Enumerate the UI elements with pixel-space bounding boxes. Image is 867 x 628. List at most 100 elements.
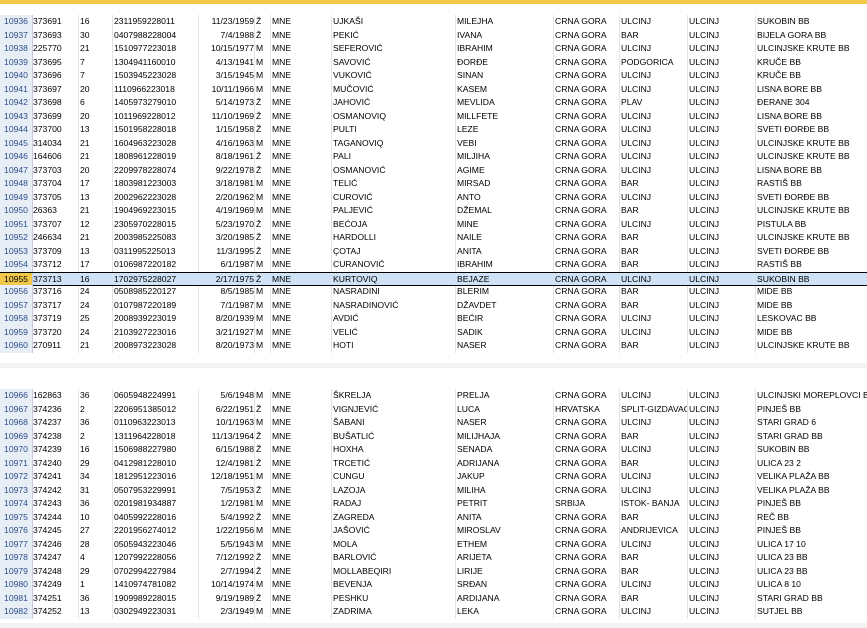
cell-first[interactable]: BEĆIR xyxy=(457,312,552,326)
table-row[interactable]: 10972 374241 34 1812951223016 12/18/1951 M MNE… xyxy=(0,470,867,484)
cell-first[interactable]: ARIJETA xyxy=(457,551,552,565)
cell-city2[interactable]: ULCINJ xyxy=(689,56,755,70)
cell-id[interactable]: 374240 xyxy=(33,457,75,471)
cell-last[interactable]: RADAJ xyxy=(333,497,455,511)
cell-last[interactable]: NASRADINI xyxy=(333,285,455,299)
cell-first[interactable]: NASER xyxy=(457,339,552,353)
cell-addr[interactable]: VELIKA PLAŽA BB xyxy=(757,470,867,484)
cell-nat[interactable]: MNE xyxy=(272,524,312,538)
cell-last[interactable]: VELIĆ xyxy=(333,326,455,340)
cell-date[interactable]: 7/1/1987 xyxy=(200,299,254,313)
cell-country[interactable]: CRNA GORA xyxy=(555,551,618,565)
cell-nat[interactable]: MNE xyxy=(272,150,312,164)
cell-id[interactable]: 164606 xyxy=(33,150,75,164)
cell-age[interactable]: 20 xyxy=(80,110,108,124)
cell-jmbg[interactable]: 1311964228018 xyxy=(114,430,204,444)
cell-first[interactable]: LIRIJE xyxy=(457,565,552,579)
cell-last[interactable]: PESHKU xyxy=(333,592,455,606)
cell-country[interactable]: CRNA GORA xyxy=(555,326,618,340)
cell-country[interactable]: CRNA GORA xyxy=(555,524,618,538)
table-row[interactable]: 10937 373693 30 0407988228004 7/4/1988 Ž MNE PE… xyxy=(0,28,867,43)
cell-sex[interactable]: Ž xyxy=(256,273,268,287)
cell-jmbg[interactable]: 1604963223028 xyxy=(114,137,204,151)
table-row[interactable]: 10982 374252 13 0302949223031 2/3/1949 M MNE ZA… xyxy=(0,605,867,619)
cell-jmbg[interactable]: 1110966223018 xyxy=(114,83,204,97)
cell-first[interactable]: MILLFETE xyxy=(457,110,552,124)
cell-nat[interactable]: MNE xyxy=(272,29,312,43)
cell-first[interactable]: ANITA xyxy=(457,245,552,259)
cell-country[interactable]: CRNA GORA xyxy=(555,137,618,151)
table-row[interactable]: 10951 373707 12 2305970228015 5/23/1970 Ž MNE B… xyxy=(0,217,867,232)
table-row[interactable]: 10967 374236 2 2206951385012 6/22/1951 Ž MNE VI… xyxy=(0,402,867,416)
cell-city2[interactable]: ULCINJ xyxy=(689,273,755,287)
cell-date[interactable]: 11/10/1969 xyxy=(200,110,254,124)
cell-age[interactable]: 16 xyxy=(80,443,108,457)
cell-city1[interactable]: ULCINJ xyxy=(621,137,687,151)
cell-first[interactable]: IBRAHIM xyxy=(457,258,552,272)
cell-id[interactable]: 373716 xyxy=(33,285,75,299)
cell-jmbg[interactable]: 1506988227980 xyxy=(114,443,204,457)
cell-country[interactable]: CRNA GORA xyxy=(555,164,618,178)
cell-addr[interactable]: KRUČE BB xyxy=(757,69,867,83)
cell-city1[interactable]: ULCINJ xyxy=(621,326,687,340)
cell-nat[interactable]: MNE xyxy=(272,177,312,191)
cell-first[interactable]: ETHEM xyxy=(457,538,552,552)
row-number-header[interactable]: 10946 xyxy=(0,150,33,164)
cell-last[interactable]: CURANOVIĆ xyxy=(333,258,455,272)
cell-last[interactable]: SAVOVIĆ xyxy=(333,56,455,70)
cell-last[interactable]: BARLOVIĆ xyxy=(333,551,455,565)
cell-city2[interactable]: ULCINJ xyxy=(689,83,755,97)
cell-last[interactable]: PALI xyxy=(333,150,455,164)
cell-date[interactable]: 8/5/1985 xyxy=(200,285,254,299)
cell-id[interactable]: 374239 xyxy=(33,443,75,457)
cell-country[interactable]: CRNA GORA xyxy=(555,339,618,353)
row-number-header[interactable]: 10969 xyxy=(0,429,33,443)
cell-jmbg[interactable]: 2305970228015 xyxy=(114,218,204,232)
cell-city1[interactable]: ULCINJ xyxy=(621,218,687,232)
cell-id[interactable]: 374251 xyxy=(33,592,75,606)
cell-jmbg[interactable]: 1812951223016 xyxy=(114,470,204,484)
cell-city1[interactable]: BAR xyxy=(621,565,687,579)
cell-country[interactable]: CRNA GORA xyxy=(555,29,618,43)
cell-country[interactable]: CRNA GORA xyxy=(555,231,618,245)
cell-first[interactable]: JAKUP xyxy=(457,470,552,484)
cell-addr[interactable]: MIDE BB xyxy=(757,285,867,299)
cell-sex[interactable]: Ž xyxy=(256,511,268,525)
cell-date[interactable]: 4/13/1941 xyxy=(200,56,254,70)
cell-last[interactable]: JAHOVIĆ xyxy=(333,96,455,110)
cell-nat[interactable]: MNE xyxy=(272,231,312,245)
cell-nat[interactable]: MNE xyxy=(272,191,312,205)
cell-city2[interactable]: ULCINJ xyxy=(689,69,755,83)
cell-country[interactable]: CRNA GORA xyxy=(555,312,618,326)
cell-country[interactable]: CRNA GORA xyxy=(555,245,618,259)
cell-id[interactable]: 373696 xyxy=(33,69,75,83)
row-number-header[interactable]: 10966 xyxy=(0,389,33,403)
cell-city2[interactable]: ULCINJ xyxy=(689,443,755,457)
cell-jmbg[interactable]: 1904969223015 xyxy=(114,204,204,218)
table-row[interactable]: 10960 270911 21 2008973223028 8/20/1973 M MNE H… xyxy=(0,339,867,353)
cell-date[interactable]: 11/23/1959 xyxy=(200,15,254,29)
cell-date[interactable]: 10/15/1977 xyxy=(200,42,254,56)
cell-addr[interactable]: SUTJEL BB xyxy=(757,605,867,619)
cell-sex[interactable]: Ž xyxy=(256,592,268,606)
cell-first[interactable]: NASER xyxy=(457,416,552,430)
cell-last[interactable]: MOLLABEQIRI xyxy=(333,565,455,579)
cell-addr[interactable]: ULICA 8 10 xyxy=(757,578,867,592)
cell-age[interactable]: 2 xyxy=(80,430,108,444)
cell-jmbg[interactable]: 0507953229991 xyxy=(114,484,204,498)
cell-age[interactable]: 29 xyxy=(80,457,108,471)
cell-city2[interactable]: ULCINJ xyxy=(689,191,755,205)
cell-id[interactable]: 373697 xyxy=(33,83,75,97)
row-number-header[interactable]: 10974 xyxy=(0,497,33,511)
cell-sex[interactable]: Ž xyxy=(256,150,268,164)
cell-addr[interactable]: SVETI ĐORĐE BB xyxy=(757,123,867,137)
cell-nat[interactable]: MNE xyxy=(272,123,312,137)
cell-date[interactable]: 8/20/1973 xyxy=(200,339,254,353)
cell-addr[interactable]: ULCINJSKE KRUTE BB xyxy=(757,42,867,56)
cell-id[interactable]: 373695 xyxy=(33,56,75,70)
cell-sex[interactable]: M xyxy=(256,605,268,619)
row-number-header[interactable]: 10940 xyxy=(0,69,33,83)
cell-city1[interactable]: ULCINJ xyxy=(621,83,687,97)
table-row[interactable]: 10939 373695 7 1304941160010 4/13/1941 M MNE SA… xyxy=(0,55,867,70)
cell-country[interactable]: CRNA GORA xyxy=(555,177,618,191)
